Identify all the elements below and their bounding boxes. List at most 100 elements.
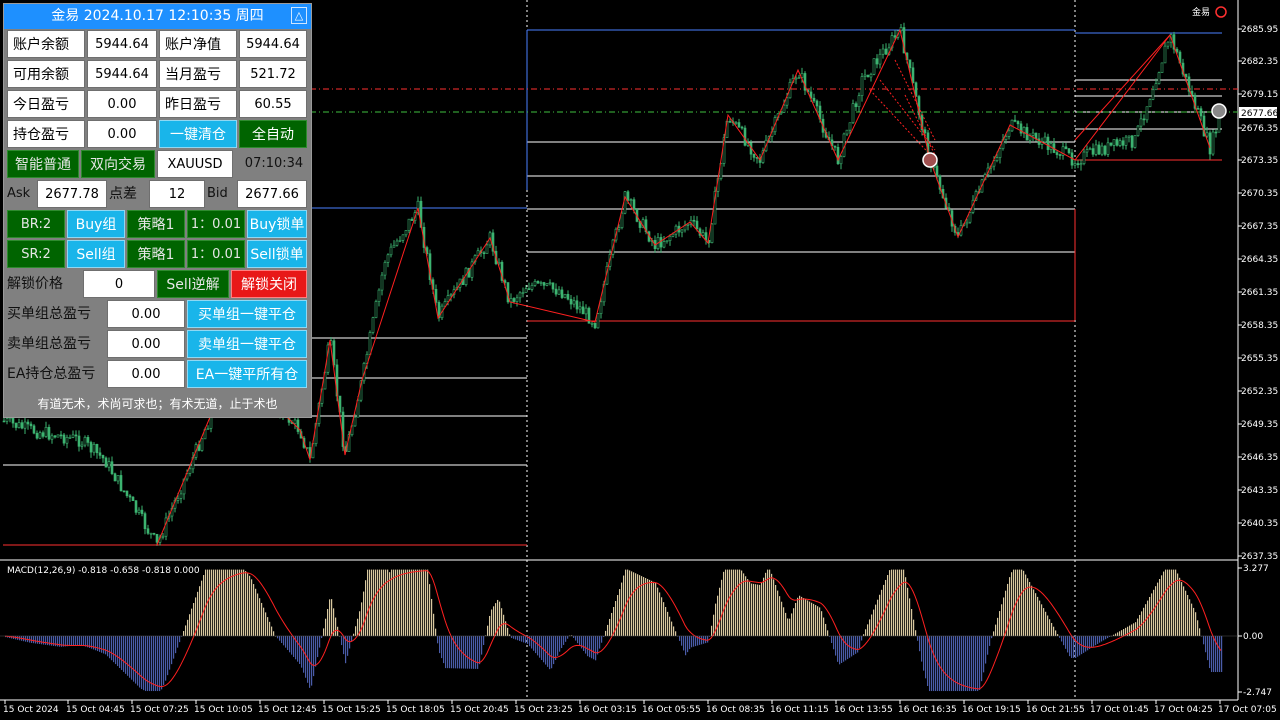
buy-lock-button[interactable]: Buy锁单 [247, 210, 307, 238]
macd-bar [139, 636, 141, 688]
candle-body [1043, 136, 1047, 143]
macd-bar [1173, 569, 1175, 636]
sell-reverse-button[interactable]: Sell逆解 [157, 270, 229, 298]
macd-bar [971, 636, 973, 692]
close-all-button[interactable]: 一键清仓 [159, 120, 237, 148]
macd-bar [349, 636, 351, 649]
balance-value: 5944.64 [87, 30, 157, 58]
macd-bar [277, 636, 279, 639]
macd-bar [617, 595, 619, 636]
macd-bar [1067, 636, 1069, 653]
symbol-field[interactable]: XAUUSD [157, 150, 233, 178]
macd-bar [1053, 626, 1055, 636]
candle-body [1058, 154, 1062, 156]
macd-bar [429, 584, 431, 636]
macd-bar [1213, 636, 1215, 673]
buy-group-close-button[interactable]: 买单组一键平仓 [187, 300, 307, 328]
macd-bar [175, 636, 177, 654]
auto-mode-button[interactable]: 全自动 [239, 120, 307, 148]
chart-close-icon[interactable] [1215, 6, 1227, 18]
candle-body [56, 434, 60, 438]
macd-bar [185, 625, 187, 636]
macd-bar [281, 636, 283, 643]
macd-bar [943, 636, 945, 692]
macd-bar [353, 633, 355, 636]
smart-mode-button[interactable]: 智能普通 [7, 150, 79, 178]
current-price-label: 2677.66 [1241, 109, 1278, 119]
sell-group-close-button[interactable]: 卖单组一键平仓 [187, 330, 307, 358]
macd-bar [403, 569, 405, 636]
macd-label: MACD(12,26,9) -0.818 -0.658 -0.818 0.000 [7, 566, 200, 576]
buy-ratio-button[interactable]: 1：0.01 [187, 210, 245, 238]
sell-ratio-button[interactable]: 1：0.01 [187, 240, 245, 268]
macd-bar [317, 636, 319, 658]
candle-body [116, 475, 120, 482]
macd-bar [577, 636, 579, 644]
macd-bar [913, 619, 915, 636]
macd-bar [881, 589, 883, 636]
candle-body [854, 103, 858, 108]
buy-group-button[interactable]: Buy组 [67, 210, 125, 238]
macd-bar [205, 569, 207, 636]
unlock-close-button[interactable]: 解锁关闭 [231, 270, 307, 298]
candle-body [83, 437, 87, 446]
macd-bar [171, 636, 173, 665]
macd-bar [221, 569, 223, 636]
macd-bar [951, 636, 953, 692]
macd-bar [1149, 596, 1151, 636]
macd-bar [361, 602, 363, 636]
macd-bar [413, 569, 415, 636]
macd-bar [669, 616, 671, 636]
macd-bar [1001, 604, 1003, 636]
macd-bar [305, 636, 307, 678]
macd-bar [445, 636, 447, 669]
macd-bar [745, 576, 747, 636]
macd-bar [143, 636, 145, 691]
minimize-icon[interactable]: △ [291, 7, 307, 24]
macd-bar [845, 636, 847, 661]
price-tick-label: 2670.35 [1241, 189, 1278, 199]
candle-body [206, 428, 210, 430]
candle-body [581, 306, 585, 315]
macd-bar [77, 636, 79, 646]
candle-body [395, 240, 399, 246]
sell-lock-button[interactable]: Sell锁单 [247, 240, 307, 268]
macd-bar [343, 636, 345, 655]
macd-bar [1119, 631, 1121, 636]
macd-subwindow[interactable] [0, 569, 1238, 692]
macd-bar [123, 636, 125, 672]
two-way-trade-button[interactable]: 双向交易 [81, 150, 155, 178]
macd-bar [443, 636, 445, 664]
macd-bar [683, 636, 685, 651]
panel-clock: 07:10:34 [244, 156, 304, 171]
macd-bar [771, 573, 773, 636]
macd-bar [1039, 600, 1041, 636]
macd-bar [191, 608, 193, 636]
macd-bar [675, 631, 677, 636]
candle-body [92, 443, 96, 453]
time-tick-label: 17 Oct 04:25 [1154, 705, 1213, 715]
buy-strategy-button[interactable]: 策略1 [127, 210, 185, 238]
macd-bar [969, 636, 971, 692]
macd-bar [1023, 570, 1025, 636]
macd-bar [157, 636, 159, 692]
candle-body [701, 232, 705, 236]
candle-body [632, 199, 636, 210]
candle-body [29, 423, 33, 427]
candle-body [599, 301, 603, 314]
macd-bar [293, 636, 295, 657]
macd-bar [997, 617, 999, 636]
macd-bar [79, 636, 81, 646]
candle-body [1004, 136, 1008, 140]
macd-bar [421, 569, 423, 636]
macd-bar [1161, 575, 1163, 636]
macd-bar [323, 628, 325, 636]
candle-body [1163, 45, 1167, 64]
unlock-price-input[interactable]: 0 [83, 270, 155, 298]
sell-group-button[interactable]: Sell组 [67, 240, 125, 268]
ea-close-all-button[interactable]: EA一键平所有仓 [187, 360, 307, 388]
sell-strategy-button[interactable]: 策略1 [127, 240, 185, 268]
macd-bar [867, 624, 869, 636]
macd-bar [983, 636, 985, 673]
macd-bar [945, 636, 947, 692]
